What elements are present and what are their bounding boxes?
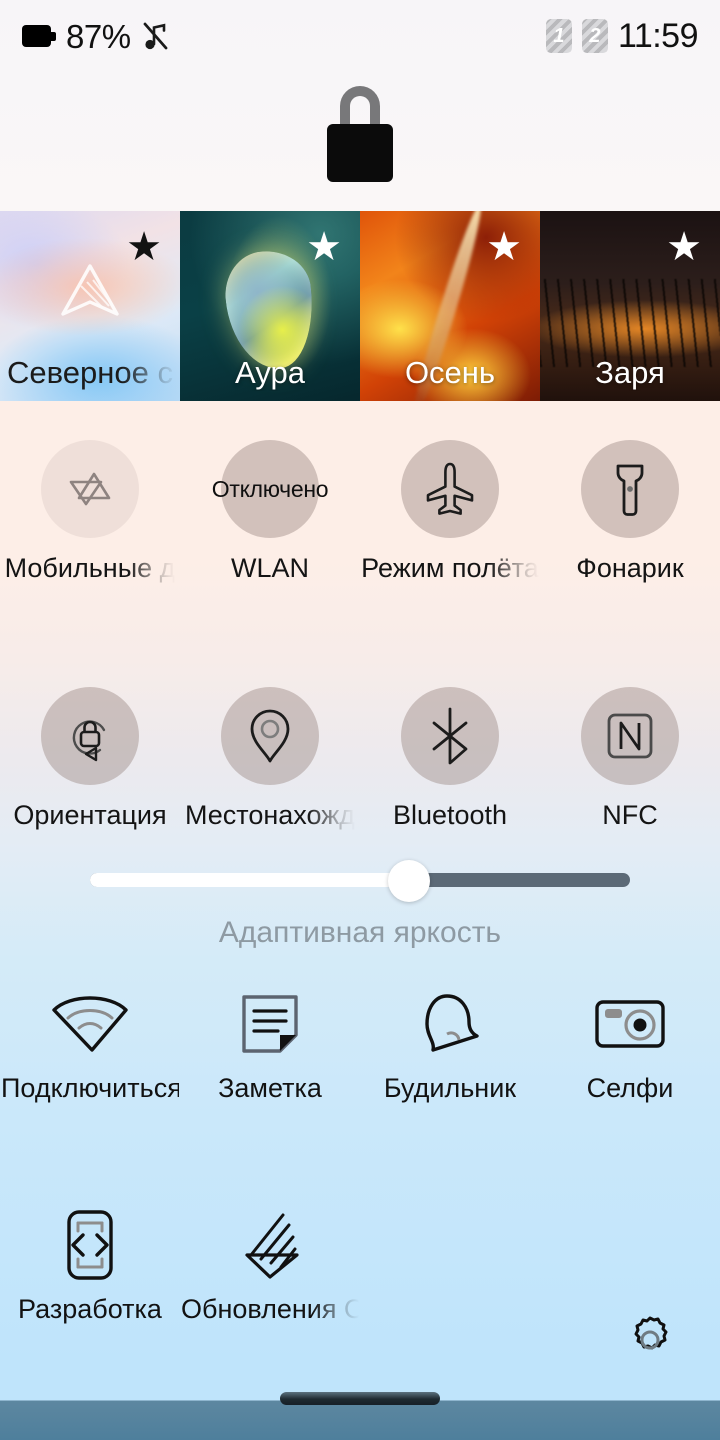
status-bar: 87% 1 2 11:59 [0, 0, 720, 72]
toggle-label: Фонарик [576, 554, 684, 583]
shortcut-label: Селфи [586, 1073, 674, 1103]
battery-icon [22, 25, 56, 47]
theme-card[interactable]: ★ Заря [540, 211, 720, 401]
nfc-icon [607, 713, 653, 759]
lock-closed-icon[interactable] [327, 86, 393, 182]
brightness-label: Адаптивная яркость [218, 916, 502, 949]
quick-toggle-row: Ориентация Местонахожд Bluetooth NFC [0, 686, 720, 831]
shortcut-row: Подключиться Заметка Будильник Селфи [0, 985, 720, 1104]
music-muted-icon [141, 21, 169, 51]
gear-icon [634, 1316, 668, 1350]
shortcut-label: Будильник [383, 1073, 517, 1103]
theme-name-label: Заря [595, 355, 665, 390]
quick-toggle-row: Мобильные д Отключено WLAN Режим полёта [0, 440, 720, 584]
note-icon [222, 985, 318, 1063]
shortcut-label: Разработка [18, 1294, 162, 1324]
toggle-circle[interactable] [581, 440, 679, 538]
toggle-nfc[interactable]: NFC [540, 686, 720, 831]
toggle-location[interactable]: Местонахожд [180, 686, 360, 831]
battery-percent-label: 87% [66, 17, 131, 55]
location-pin-icon [250, 709, 290, 763]
flashlight-icon [616, 464, 644, 516]
theme-name-label: Аура [235, 355, 305, 390]
toggle-label: Ориентация [13, 800, 167, 830]
theme-star-icon[interactable]: ★ [126, 227, 162, 267]
brightness-slider[interactable] [90, 860, 630, 902]
shortcut-row: Разработка Обновления О [0, 1206, 720, 1325]
camera-icon [582, 985, 678, 1063]
sim1-icon: 1 [545, 19, 572, 53]
shortcut-label: Заметка [218, 1073, 322, 1103]
shortcut-developer[interactable]: Разработка [0, 1206, 180, 1325]
bluetooth-icon [432, 707, 468, 765]
toggle-label: Мобильные д [4, 554, 176, 583]
toggle-mobile-data[interactable]: Мобильные д [0, 440, 180, 584]
shortcut-connect[interactable]: Подключиться [0, 985, 180, 1104]
shortcut-alarm[interactable]: Будильник [360, 985, 540, 1104]
toggle-bluetooth[interactable]: Bluetooth [360, 686, 540, 831]
aurora-logo-icon [61, 263, 119, 316]
settings-button[interactable] [622, 1312, 678, 1368]
control-center-screen: 87% 1 2 11:59 ★ Северное с ★ Аура ★ Осен… [0, 0, 720, 1440]
toggle-label: Bluetooth [392, 800, 508, 830]
system-update-icon [222, 1206, 318, 1284]
toggle-label: WLAN [230, 554, 309, 583]
cast-wifi-icon [42, 985, 138, 1063]
shortcut-note[interactable]: Заметка [180, 985, 360, 1104]
toggle-circle[interactable] [401, 686, 499, 785]
theme-name-label: Северное с [7, 355, 173, 390]
wlan-state-label: Отключено [211, 475, 329, 502]
sim2-icon: 2 [581, 19, 608, 53]
shortcut-empty [360, 1206, 540, 1325]
clock-label: 11:59 [617, 16, 699, 55]
theme-star-icon[interactable]: ★ [486, 227, 522, 267]
toggle-flashlight[interactable]: Фонарик [540, 440, 720, 584]
toggle-label: Местонахожд [184, 800, 356, 830]
theme-name-label: Осень [404, 355, 496, 390]
toggle-label: NFC [602, 800, 658, 830]
toggle-airplane-mode[interactable]: Режим полёта [360, 440, 540, 584]
toggle-label: Режим полёта [361, 554, 539, 583]
toggle-circle[interactable] [581, 686, 679, 785]
slider-thumb[interactable] [387, 860, 430, 902]
sim1-label: 1 [553, 24, 565, 47]
toggle-circle[interactable] [401, 440, 499, 538]
shortcut-selfie[interactable]: Селфи [540, 985, 720, 1104]
theme-star-icon[interactable]: ★ [306, 227, 342, 267]
shortcut-grid: Подключиться Заметка Будильник Селфи Раз… [0, 985, 720, 1325]
theme-card[interactable]: ★ Северное с [0, 211, 180, 401]
shortcut-system-update[interactable]: Обновления О [180, 1206, 360, 1325]
toggle-orientation[interactable]: Ориентация [0, 686, 180, 831]
status-bar-left: 87% [22, 20, 169, 53]
shortcut-empty [540, 1206, 720, 1325]
lock-area [0, 82, 720, 186]
airplane-icon [426, 462, 474, 515]
toggle-circle[interactable] [221, 686, 319, 785]
status-bar-right: 1 2 11:59 [545, 16, 699, 56]
theme-card-strip: ★ Северное с ★ Аура ★ Осень ★ Заря [0, 211, 720, 401]
mobile-data-icon [69, 472, 111, 506]
toggle-wlan[interactable]: Отключено WLAN [180, 440, 360, 584]
shortcut-label: Обновления О [181, 1294, 359, 1324]
toggle-circle[interactable] [41, 686, 139, 785]
rotation-lock-icon [72, 720, 106, 761]
brightness-section: Адаптивная яркость [0, 860, 720, 950]
sim2-label: 2 [589, 24, 601, 47]
home-indicator[interactable] [280, 1392, 440, 1405]
toggle-circle[interactable] [41, 440, 139, 538]
theme-card[interactable]: ★ Аура [180, 211, 360, 401]
theme-card[interactable]: ★ Осень [360, 211, 540, 401]
developer-code-icon [42, 1206, 138, 1284]
slider-fill [90, 873, 409, 887]
toggle-circle[interactable]: Отключено [212, 440, 329, 538]
quick-toggle-grid: Мобильные д Отключено WLAN Режим полёта [0, 440, 720, 830]
alarm-bell-icon [402, 985, 498, 1063]
theme-star-icon[interactable]: ★ [666, 227, 702, 267]
shortcut-label: Подключиться [1, 1073, 179, 1103]
